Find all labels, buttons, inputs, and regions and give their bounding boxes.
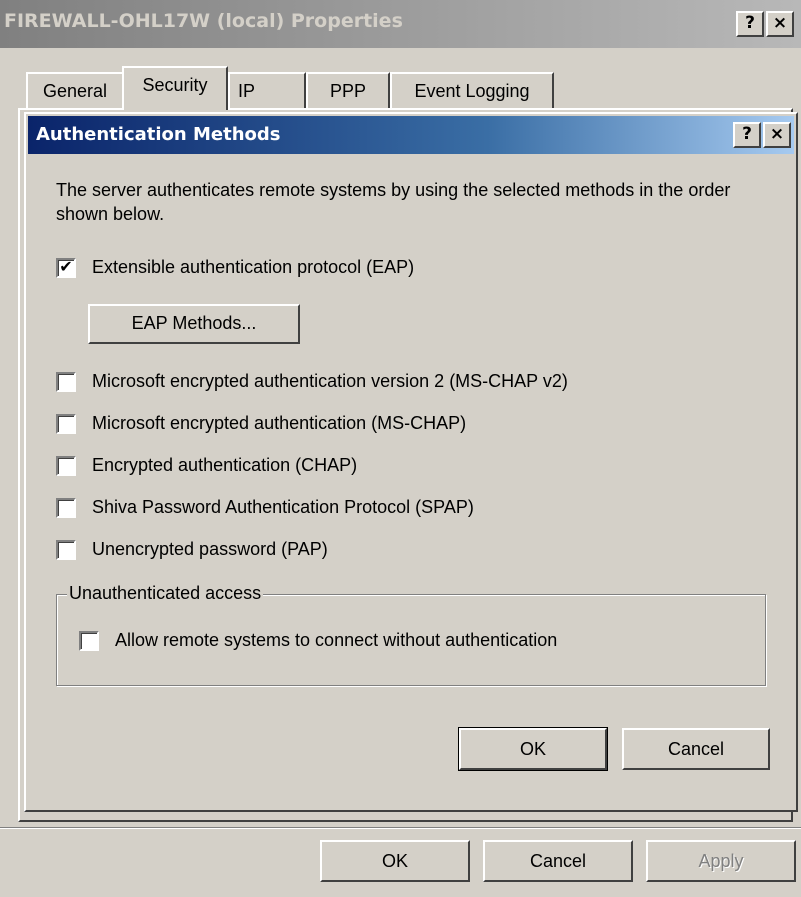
window-close-button[interactable]: ×	[766, 11, 794, 37]
tab-security[interactable]: Security	[122, 66, 228, 110]
separator	[0, 827, 801, 829]
group-legend: Unauthenticated access	[67, 583, 264, 604]
dialog-title: Authentication Methods	[36, 124, 281, 145]
dialog-ok-button[interactable]: OK	[458, 727, 608, 771]
tab-ip[interactable]: IP	[228, 72, 306, 108]
ok-button[interactable]: OK	[320, 840, 470, 882]
tab-event-logging[interactable]: Event Logging	[390, 72, 554, 108]
tab-ppp[interactable]: PPP	[306, 72, 390, 108]
dialog-close-button[interactable]: ×	[763, 122, 791, 148]
mschap-label: Microsoft encrypted authentication (MS-C…	[92, 413, 467, 433]
apply-button[interactable]: Apply	[646, 840, 796, 882]
mschapv2-label: Microsoft encrypted authentication versi…	[92, 371, 568, 391]
dialog-title-bar[interactable]: Authentication Methods ? ×	[28, 116, 794, 154]
eap-methods-button[interactable]: EAP Methods...	[88, 304, 300, 344]
tab-general[interactable]: General	[26, 72, 124, 108]
allow-unauth-checkbox[interactable]	[79, 631, 99, 651]
cancel-button[interactable]: Cancel	[483, 840, 633, 882]
window-title: FIREWALL-OHL17W (local) Properties	[4, 10, 403, 32]
dialog-description: The server authenticates remote systems …	[56, 180, 731, 224]
window-title-bar[interactable]: FIREWALL-OHL17W (local) Properties ? ×	[0, 0, 801, 48]
chap-label: Encrypted authentication (CHAP)	[92, 455, 358, 475]
authentication-methods-dialog: Authentication Methods ? × The server au…	[24, 112, 798, 812]
mschapv2-checkbox[interactable]	[56, 372, 76, 392]
pap-label: Unencrypted password (PAP)	[92, 539, 328, 559]
chap-checkbox[interactable]	[56, 456, 76, 476]
spap-label: Shiva Password Authentication Protocol (…	[92, 497, 474, 517]
dialog-help-button[interactable]: ?	[733, 122, 761, 148]
spap-checkbox[interactable]	[56, 498, 76, 518]
unauthenticated-access-group: Unauthenticated access Allow remote syst…	[56, 583, 766, 686]
window-help-button[interactable]: ?	[736, 11, 764, 37]
mschap-checkbox[interactable]	[56, 414, 76, 434]
eap-checkbox[interactable]: ✔	[56, 258, 76, 278]
dialog-cancel-button[interactable]: Cancel	[622, 728, 770, 770]
allow-unauth-label: Allow remote systems to connect without …	[115, 630, 558, 650]
eap-label: Extensible authentication protocol (EAP)	[92, 257, 415, 277]
pap-checkbox[interactable]	[56, 540, 76, 560]
